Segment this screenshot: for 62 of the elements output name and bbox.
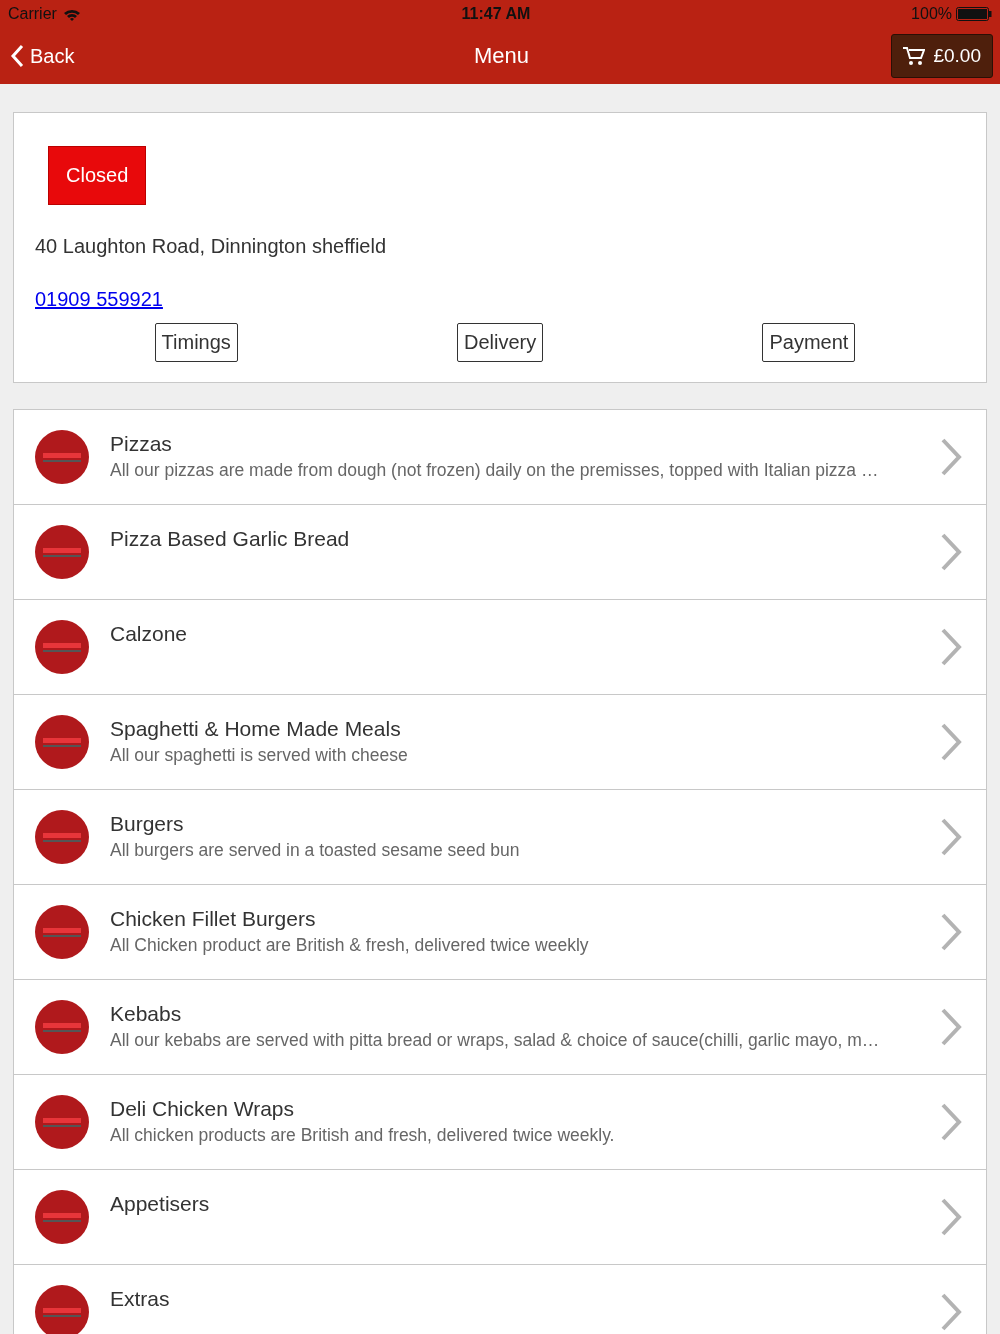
category-row[interactable]: Burgers All burgers are served in a toasted sesame seed bun <box>14 790 986 885</box>
category-name: Deli Chicken Wraps <box>110 1097 295 1121</box>
category-row[interactable]: Spaghetti & Home Made Meals All our spaghetti is served with cheese <box>14 695 986 790</box>
category-name: Kebabs <box>110 1002 183 1026</box>
category-description: All Chicken product are British & fresh, delivered twice weekly <box>110 935 590 956</box>
logo-icon <box>35 1000 89 1054</box>
category-description: All our kebabs are served with pitta bread or wraps, salad & choice of sauce(chilli, garlic mayo, m… <box>110 1030 881 1051</box>
logo-icon <box>35 1190 89 1244</box>
logo-icon <box>35 525 89 579</box>
chevron-right-icon <box>940 1292 962 1332</box>
carrier-label: Carrier <box>8 5 57 23</box>
logo-icon <box>35 620 89 674</box>
category-description: All chicken products are British and fresh, delivered twice weekly. <box>110 1125 616 1146</box>
chevron-right-icon <box>940 1102 962 1142</box>
logo-icon <box>35 905 89 959</box>
category-name: Burgers <box>110 812 185 836</box>
category-description: All our pizzas are made from dough (not frozen) daily on the premisses, topped with Italian pizza … <box>110 460 880 481</box>
chevron-right-icon <box>940 1007 962 1047</box>
category-row[interactable]: Calzone <box>14 600 986 695</box>
cart-icon <box>903 46 926 66</box>
category-name: Calzone <box>110 622 189 646</box>
logo-icon <box>35 430 89 484</box>
category-row[interactable]: Extras <box>14 1265 986 1334</box>
chevron-right-icon <box>940 817 962 857</box>
category-row[interactable]: Pizzas All our pizzas are made from dough (not frozen) daily on the premisses, topped with Italian pizza … <box>14 410 986 505</box>
info-button[interactable]: Delivery <box>457 323 544 362</box>
chevron-right-icon <box>940 912 962 952</box>
status-badge: Closed <box>48 146 147 205</box>
info-button[interactable]: Payment <box>762 323 856 362</box>
info-button[interactable]: Timings <box>154 323 238 362</box>
category-name: Extras <box>110 1287 171 1311</box>
back-button[interactable]: Back <box>10 44 75 68</box>
category-name: Spaghetti & Home Made Meals <box>110 717 402 741</box>
category-name: Pizzas <box>110 432 173 456</box>
category-row[interactable]: Appetisers <box>14 1170 986 1265</box>
store-address: 40 Laughton Road, Dinnington sheffield <box>35 235 386 258</box>
chevron-right-icon <box>940 722 962 762</box>
category-description: All our spaghetti is served with cheese <box>110 745 409 766</box>
phone-link[interactable]: 01909 559921 <box>35 288 163 311</box>
category-description: All burgers are served in a toasted sesame seed bun <box>110 840 521 861</box>
chevron-right-icon <box>940 532 962 572</box>
wifi-icon <box>62 7 81 21</box>
category-row[interactable]: Deli Chicken Wraps All chicken products are British and fresh, delivered twice weekly. <box>14 1075 986 1170</box>
chevron-right-icon <box>940 437 962 477</box>
chevron-right-icon <box>940 627 962 667</box>
page-title: Menu <box>473 43 529 69</box>
category-row[interactable]: Chicken Fillet Burgers All Chicken product are British & fresh, delivered twice weekly <box>14 885 986 980</box>
cart-button[interactable]: £0.00 <box>891 34 993 78</box>
category-name: Chicken Fillet Burgers <box>110 907 317 931</box>
logo-icon <box>35 1285 89 1334</box>
category-row[interactable]: Kebabs All our kebabs are served with pitta bread or wraps, salad & choice of sauce(chilli, garlic mayo, m… <box>14 980 986 1075</box>
logo-icon <box>35 810 89 864</box>
logo-icon <box>35 1095 89 1149</box>
category-row[interactable]: Pizza Based Garlic Bread <box>14 505 986 600</box>
category-name: Appetisers <box>110 1192 211 1216</box>
status-time: 11:47 AM <box>461 5 531 23</box>
logo-icon <box>35 715 89 769</box>
category-name: Pizza Based Garlic Bread <box>110 527 351 551</box>
chevron-right-icon <box>940 1197 962 1237</box>
battery-icon <box>956 7 992 21</box>
chevron-left-icon <box>10 44 24 68</box>
battery-percent: 100% <box>911 5 952 23</box>
